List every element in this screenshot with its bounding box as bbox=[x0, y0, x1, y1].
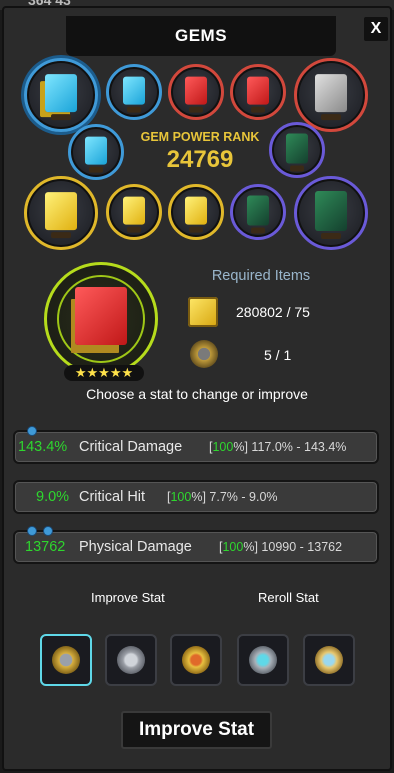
red-gem-icon bbox=[247, 76, 269, 113]
gem-slot-green-2[interactable] bbox=[230, 184, 286, 240]
stat-value: 143.4% bbox=[18, 439, 68, 455]
star-rating: ★★★★★ bbox=[64, 365, 144, 381]
window-title: GEMS bbox=[174, 26, 228, 45]
gem-slot-blue-1[interactable] bbox=[106, 64, 162, 120]
improve-stat-button[interactable]: Improve Stat bbox=[121, 711, 272, 749]
silver-gem-shard-icon bbox=[117, 646, 145, 674]
stat-row-physical-damage[interactable]: 13762 Physical Damage [100%] 10990 - 137… bbox=[13, 526, 379, 564]
gem-slot-red-1[interactable] bbox=[168, 64, 224, 120]
crystal-shard-icon bbox=[315, 646, 343, 674]
gem-slot-green-1[interactable] bbox=[269, 122, 325, 178]
gem-slot-yellow-1[interactable] bbox=[106, 184, 162, 240]
gold-gem-shard-icon bbox=[52, 646, 80, 674]
stat-range: [100%] 117.0% - 143.4% bbox=[209, 440, 347, 454]
stat-name: Critical Damage bbox=[79, 439, 183, 455]
gem-slot-blue-2[interactable] bbox=[68, 124, 124, 180]
stat-range: [100%] 7.7% - 9.0% bbox=[167, 490, 278, 504]
gold-gem-shard-icon bbox=[182, 646, 210, 674]
stat-name: Physical Damage bbox=[79, 539, 192, 555]
gold-crate-icon bbox=[188, 297, 218, 327]
gem-slot-yellow-large[interactable] bbox=[24, 176, 98, 250]
stat-row-critical-hit[interactable]: 9.0% Critical Hit [100%] 7.7% - 9.0% bbox=[13, 480, 379, 514]
red-gem-icon bbox=[185, 76, 207, 113]
required-items-title: Required Items bbox=[211, 268, 311, 284]
blue-gem-icon bbox=[85, 136, 107, 173]
gem-slot-grey-large[interactable] bbox=[294, 58, 368, 132]
red-gem-icon bbox=[75, 287, 127, 345]
reroll-item-slot-2[interactable] bbox=[303, 634, 355, 686]
gem-shard-icon bbox=[190, 340, 218, 368]
stat-value: 13762 bbox=[25, 539, 66, 555]
crystal-shard-icon bbox=[249, 646, 277, 674]
green-gem-icon bbox=[286, 133, 308, 172]
green-gem-icon bbox=[315, 191, 347, 239]
stat-name: Critical Hit bbox=[79, 489, 146, 505]
stat-range: [100%] 10990 - 13762 bbox=[219, 540, 343, 554]
required-item-2-value: 5 / 1 bbox=[264, 347, 292, 363]
improve-item-slot-1[interactable] bbox=[40, 634, 92, 686]
close-button[interactable]: X bbox=[364, 17, 388, 41]
required-item-1-value: 280802 / 75 bbox=[236, 304, 310, 320]
gem-slot-red-2[interactable] bbox=[230, 64, 286, 120]
reroll-stat-label: Reroll Stat bbox=[258, 590, 319, 605]
blue-gem-icon bbox=[123, 76, 145, 113]
blue-gem-icon bbox=[45, 74, 77, 121]
gem-slot-yellow-2[interactable] bbox=[168, 184, 224, 240]
gem-power-rank-label: GEM POWER RANK bbox=[140, 130, 260, 144]
green-gem-icon bbox=[247, 195, 269, 234]
instruction-text: Choose a stat to change or improve bbox=[86, 386, 308, 402]
stat-row-critical-damage[interactable]: 143.4% Critical Damage [100%] 117.0% - 1… bbox=[13, 426, 379, 464]
gem-slot-green-large[interactable] bbox=[294, 176, 368, 250]
improve-item-slot-2[interactable] bbox=[105, 634, 157, 686]
gem-slot-blue-large[interactable] bbox=[24, 58, 98, 132]
yellow-gem-icon bbox=[185, 196, 207, 233]
grey-gem-icon bbox=[315, 74, 347, 121]
improve-item-slot-3[interactable] bbox=[170, 634, 222, 686]
reroll-item-slot-1[interactable] bbox=[237, 634, 289, 686]
selected-gem bbox=[44, 262, 158, 376]
gem-power-rank-value: 24769 bbox=[166, 146, 234, 173]
improve-stat-label: Improve Stat bbox=[91, 590, 165, 605]
yellow-gem-icon bbox=[45, 192, 77, 239]
yellow-gem-icon bbox=[123, 196, 145, 233]
stat-value: 9.0% bbox=[36, 489, 70, 505]
title-tab: GEMS bbox=[66, 16, 336, 56]
